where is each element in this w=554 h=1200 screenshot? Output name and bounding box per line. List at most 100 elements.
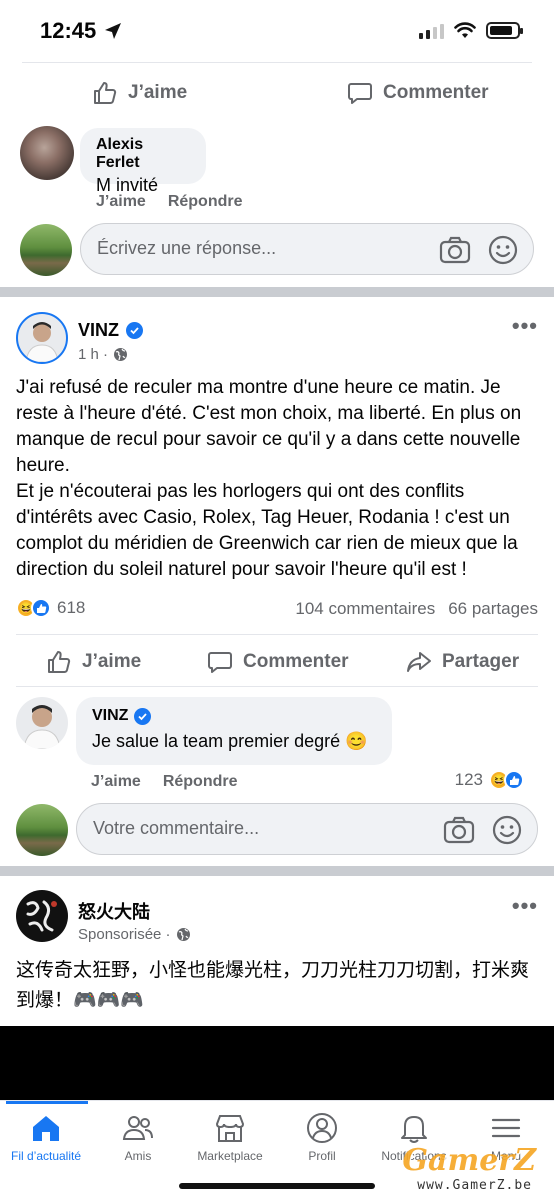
post-time[interactable]: 1 h ·: [78, 346, 108, 363]
comment-like-button[interactable]: J’aime: [96, 193, 146, 211]
comment-reactions-count: 123: [454, 770, 483, 789]
reply-tools: [439, 234, 519, 266]
avatar[interactable]: [16, 697, 68, 749]
like-label: J’aime: [82, 651, 142, 672]
divider: [16, 634, 538, 635]
page-avatar[interactable]: [16, 312, 68, 364]
camera-icon[interactable]: [443, 814, 475, 846]
feed-separator: [0, 287, 554, 297]
comment-tools: [443, 814, 523, 846]
comment-input[interactable]: Votre commentaire...: [76, 803, 538, 855]
post-paragraph: J'ai refusé de reculer ma montre d'une h…: [16, 377, 522, 476]
tab-friends[interactable]: Amis: [92, 1111, 184, 1163]
sponsored-meta: Sponsorisée ·: [78, 926, 191, 943]
post-stats: 104 commentaires 66 partages: [295, 599, 538, 619]
comment-placeholder: Votre commentaire...: [93, 818, 260, 838]
post-text: J'ai refusé de reculer ma montre d'une h…: [16, 375, 538, 583]
comment-bubble-icon: [348, 83, 372, 104]
person-photo-icon: [23, 705, 61, 749]
comment-like-button[interactable]: J’aime: [91, 773, 141, 791]
page-avatar[interactable]: [16, 890, 68, 942]
reply-input[interactable]: Écrivez une réponse...: [80, 223, 534, 275]
sponsor-name[interactable]: 怒火大陆: [78, 898, 150, 924]
comment-label: Commenter: [243, 651, 349, 672]
divider: [16, 686, 538, 687]
like-button[interactable]: J’aime: [92, 80, 187, 106]
friends-icon: [122, 1116, 153, 1140]
media-placeholder: [0, 1026, 554, 1100]
camera-icon[interactable]: [439, 234, 471, 266]
verified-badge-icon: [126, 322, 144, 339]
person-photo-icon: [25, 322, 59, 362]
tab-label: Amis: [124, 1149, 152, 1163]
tab-feed[interactable]: Fil d’actualité: [0, 1111, 92, 1163]
reactions-summary[interactable]: 😆 618: [16, 598, 85, 618]
more-options-icon[interactable]: •••: [512, 893, 538, 919]
bell-icon: [401, 1116, 427, 1143]
reaction-icons: 😆: [489, 770, 524, 790]
comment-label: Commenter: [383, 82, 489, 103]
avatar[interactable]: [20, 224, 72, 276]
previous-post-actions: J’aime Commenter: [0, 78, 554, 108]
feed-separator: [0, 866, 554, 876]
marketplace-icon: [215, 1115, 245, 1142]
comment-reply-button[interactable]: Répondre: [168, 193, 243, 211]
tab-label: Profil: [308, 1149, 336, 1163]
like-button[interactable]: J’aime: [46, 649, 141, 675]
more-options-icon[interactable]: •••: [512, 313, 538, 339]
avatar[interactable]: [16, 804, 68, 856]
tab-profile[interactable]: Profil: [276, 1111, 368, 1163]
comment-reply-button[interactable]: Répondre: [163, 773, 238, 791]
signal-icon: [419, 23, 444, 39]
battery-icon: [486, 22, 523, 39]
post-paragraph: Et je n'écouterai pas les horlogers qui …: [16, 481, 518, 580]
share-button[interactable]: Partager: [406, 649, 519, 675]
verified-badge-icon: [134, 707, 152, 725]
like-label: J’aime: [128, 82, 188, 103]
game-logo-icon: [26, 900, 57, 932]
thumbs-up-icon: [94, 82, 117, 104]
share-label: Partager: [442, 651, 520, 672]
comment-button[interactable]: Commenter: [347, 80, 489, 106]
emoji-icon[interactable]: [491, 814, 523, 846]
home-indicator: [179, 1183, 375, 1189]
sponsored-text: 这传奇太狂野，小怪也能爆光柱，刀刀光柱刀刀切割，打米爽到爆！🎮🎮🎮: [16, 960, 530, 1011]
post-meta: 1 h ·: [78, 346, 128, 363]
like-reaction-icon: [504, 770, 524, 790]
reactions-count: 618: [57, 598, 86, 617]
comment-author[interactable]: Alexis Ferlet: [96, 136, 190, 172]
comment-bubble: Alexis Ferlet M invité: [80, 128, 206, 195]
wifi-icon: [454, 22, 476, 38]
status-time: 12:45: [40, 18, 97, 43]
shares-count[interactable]: 66 partages: [448, 599, 538, 619]
share-arrow-icon: [407, 652, 431, 672]
comment-bubble: VINZ Je salue la team premier degré 😊: [76, 697, 392, 765]
avatar[interactable]: [20, 126, 74, 180]
comment-actions: J’aime Répondre: [96, 193, 242, 211]
comment-author[interactable]: VINZ: [92, 707, 376, 725]
globe-icon: [176, 928, 190, 941]
hamburger-menu-icon: [491, 1118, 521, 1138]
active-tab-indicator: [6, 1101, 88, 1104]
comment-text: Je salue la team premier degré 😊: [92, 731, 368, 751]
tab-label: Fil d’actualité: [10, 1149, 82, 1163]
comment-bubble-icon: [208, 652, 232, 673]
like-reaction-icon: [31, 598, 51, 618]
reaction-icons: 😆: [16, 598, 51, 618]
sponsored-label: Sponsorisée ·: [78, 926, 171, 943]
emoji-icon[interactable]: [487, 234, 519, 266]
tab-marketplace[interactable]: Marketplace: [184, 1111, 276, 1163]
tab-label: Marketplace: [197, 1149, 263, 1163]
comment-author-name: VINZ: [92, 707, 129, 724]
comment-reactions[interactable]: 123 😆: [455, 770, 524, 790]
comments-count[interactable]: 104 commentaires: [295, 599, 435, 619]
watermark-brand: GamerZ: [402, 1143, 536, 1178]
divider: [22, 62, 532, 63]
location-arrow-icon: [105, 23, 121, 39]
comment-button[interactable]: Commenter: [207, 649, 349, 675]
post-author[interactable]: VINZ: [78, 320, 144, 341]
home-icon: [33, 1116, 59, 1141]
profile-icon: [307, 1113, 337, 1143]
status-bar: 12:45: [0, 0, 554, 62]
globe-icon: [114, 348, 128, 361]
